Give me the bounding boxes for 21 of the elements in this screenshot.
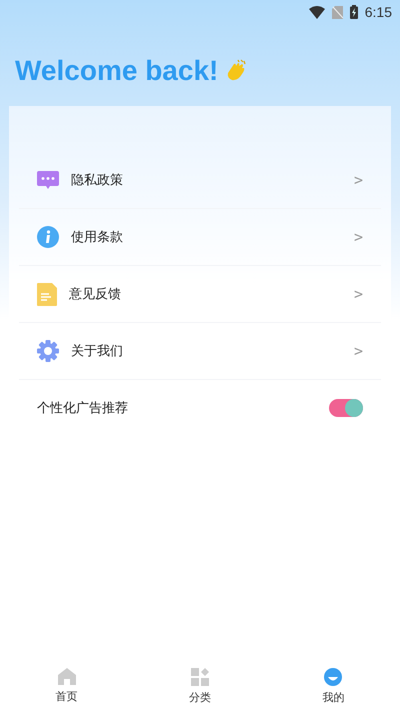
gear-icon (37, 340, 59, 362)
menu-item[interactable]: 隐私政策 > (19, 152, 381, 209)
no-sim-icon (332, 6, 343, 18)
grid-icon (190, 668, 209, 686)
smiley-icon (324, 668, 342, 686)
welcome-title: Welcome back! (15, 55, 218, 87)
home-icon (58, 668, 76, 685)
nav-tab[interactable]: 首页 (0, 661, 134, 711)
toggle-switch[interactable] (329, 399, 363, 417)
document-icon (37, 282, 57, 306)
setting-label: 个性化广告推荐 (37, 400, 129, 417)
chat-icon (37, 169, 59, 191)
info-icon (37, 226, 59, 248)
menu-item[interactable]: 意见反馈 > (19, 266, 381, 323)
menu-item[interactable]: 使用条款 > (19, 209, 381, 266)
menu-item[interactable]: 关于我们 > (19, 323, 381, 380)
nav-tab[interactable]: 分类 (133, 661, 267, 711)
nav-tab[interactable]: 我的 (266, 661, 400, 711)
battery-icon (350, 5, 358, 19)
status-time: 6:15 (364, 4, 392, 20)
wifi-icon (308, 6, 325, 18)
